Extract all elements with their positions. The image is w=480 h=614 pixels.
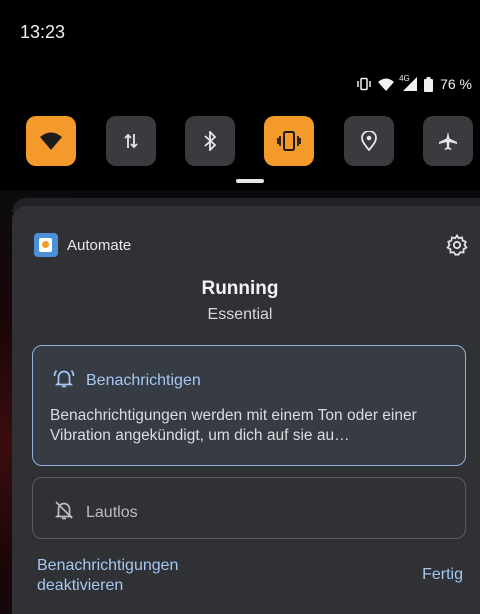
quick-settings-row xyxy=(26,116,474,168)
app-name: Automate xyxy=(67,236,132,254)
silent-option-header: Lautlos xyxy=(53,499,138,526)
notify-option-header: Benachrichtigen xyxy=(53,367,201,394)
signal-icon: 4G xyxy=(399,74,418,91)
qs-bluetooth-tile[interactable] xyxy=(185,116,235,166)
qs-airplane-tile[interactable] xyxy=(423,116,473,166)
notification-title: Running xyxy=(201,278,279,299)
silent-option-label: Lautlos xyxy=(86,503,138,521)
notify-option-description: Benachrichtigungen werden mit einem Ton … xyxy=(50,407,417,444)
notify-option[interactable]: Benachrichtigen Benachrichtigungen werde… xyxy=(32,345,466,466)
shade-drag-handle[interactable] xyxy=(236,179,264,183)
system-icons: 4G 76 % xyxy=(357,74,472,92)
network-type-label: 4G xyxy=(399,74,410,83)
notify-option-label: Benachrichtigen xyxy=(86,371,201,389)
status-bar: 13:23 xyxy=(0,0,480,66)
qs-mobile-data-tile[interactable] xyxy=(106,116,156,166)
airplane-icon xyxy=(438,131,458,151)
vibrate-icon xyxy=(357,77,371,91)
notification-subtitle: Essential xyxy=(207,306,273,323)
qs-vibrate-tile[interactable] xyxy=(264,116,314,166)
qs-wifi-tile[interactable] xyxy=(26,116,76,166)
settings-button[interactable] xyxy=(446,233,468,261)
disable-notifications-button[interactable]: Benachrichtigungen deaktivieren xyxy=(37,556,178,596)
bluetooth-icon xyxy=(203,131,217,151)
vibrate-icon xyxy=(277,130,301,152)
notification-app-header: Automate xyxy=(34,233,131,257)
data-arrows-icon xyxy=(123,132,139,150)
battery-icon xyxy=(424,76,434,92)
silent-option[interactable]: Lautlos xyxy=(32,477,466,539)
disable-label-line2: deaktivieren xyxy=(37,577,124,594)
battery-percent: 76 % xyxy=(440,76,472,92)
clock: 13:23 xyxy=(20,22,66,42)
gear-icon xyxy=(446,233,468,260)
qs-location-tile[interactable] xyxy=(344,116,394,166)
bell-ringing-icon xyxy=(53,367,75,394)
bell-off-icon xyxy=(53,499,75,526)
disable-label-line1: Benachrichtigungen xyxy=(37,557,179,574)
location-icon xyxy=(361,131,377,151)
automate-app-icon xyxy=(34,233,58,257)
wifi-icon xyxy=(40,132,62,150)
done-button[interactable]: Fertig xyxy=(422,566,463,584)
wifi-icon xyxy=(378,78,395,91)
